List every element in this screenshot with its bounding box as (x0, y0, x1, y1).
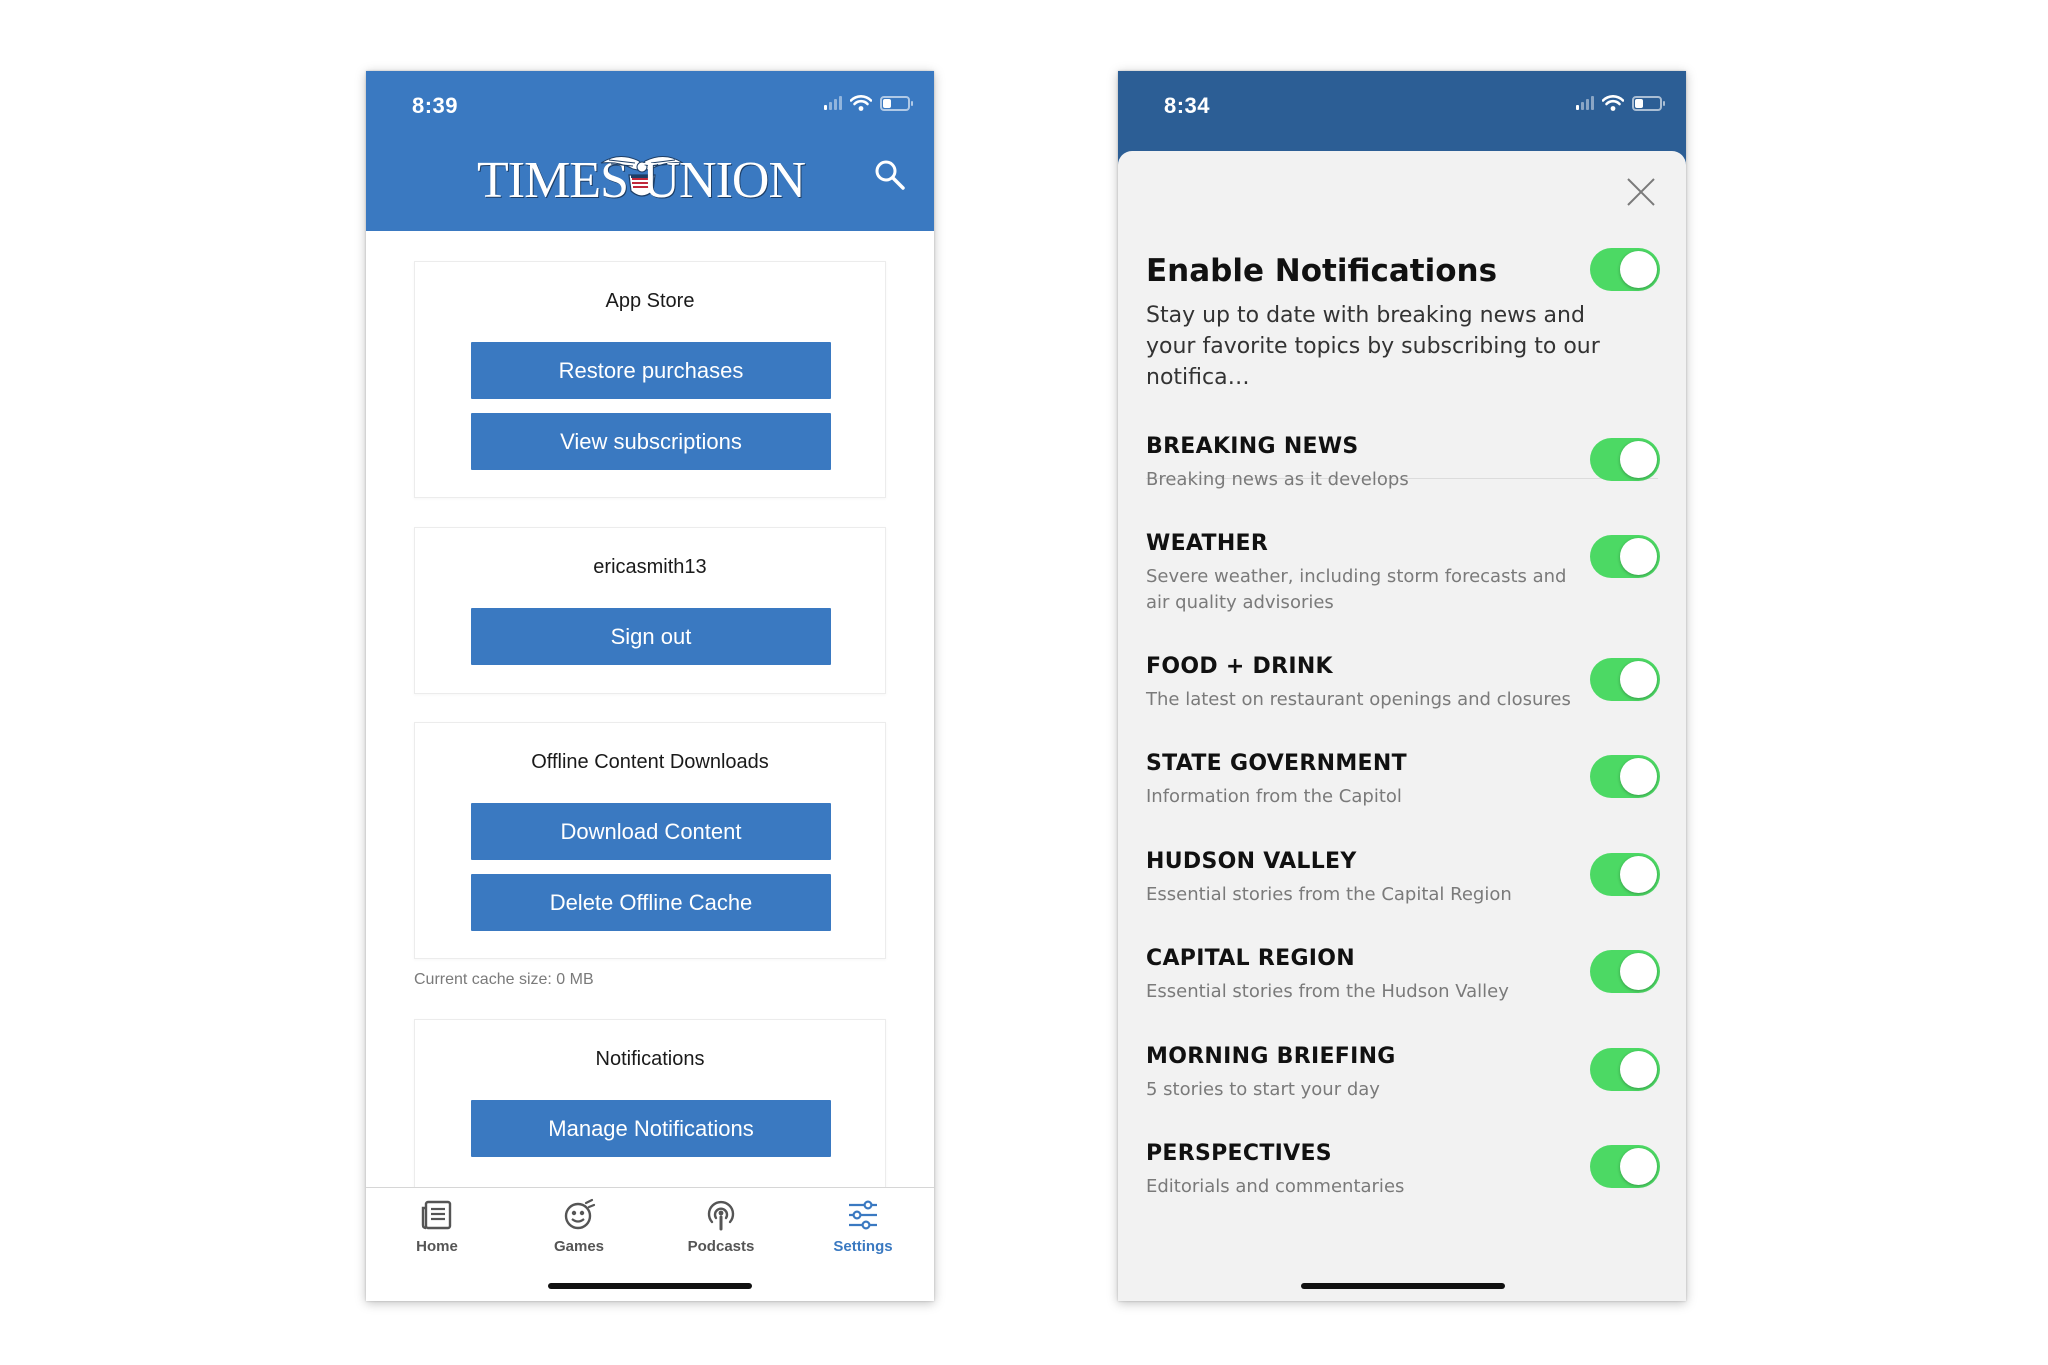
podcast-icon (707, 1200, 735, 1231)
tab-podcasts[interactable]: Podcasts (650, 1198, 792, 1255)
cache-size-note: Current cache size: 0 MB (414, 971, 594, 988)
sliders-icon (849, 1200, 877, 1230)
status-time: 8:34 (1164, 93, 1211, 118)
tab-games-label: Games (553, 1238, 605, 1255)
topic-morning-briefing-title: MORNING BRIEFING (1146, 1044, 1396, 1069)
home-indicator[interactable] (548, 1283, 752, 1289)
app-header: 8:39 TIMES UNION (366, 71, 934, 231)
tab-home-label: Home (416, 1238, 458, 1255)
download-content-button[interactable]: Download Content (471, 803, 831, 860)
tab-settings-label: Settings (833, 1238, 893, 1255)
restore-purchases-button[interactable]: Restore purchases (471, 342, 831, 399)
topic-weather-desc: Severe weather, including storm forecast… (1146, 566, 1567, 613)
topic-food-drink-title: FOOD + DRINK (1146, 654, 1333, 679)
topic-hudson-valley-desc: Essential stories from the Capital Regio… (1146, 884, 1512, 905)
topic-breaking-news-toggle[interactable] (1590, 438, 1660, 481)
topic-weather-title: WEATHER (1146, 531, 1269, 556)
account-username: ericasmith13 (593, 556, 707, 578)
settings-list[interactable]: App Store Restore purchases View subscri… (366, 231, 934, 1209)
notifications-card: Notifications Manage Notifications (414, 1019, 886, 1209)
notifications-title: Notifications (595, 1048, 705, 1070)
times-union-logo[interactable]: TIMES UNION (477, 149, 806, 209)
app-store-card: App Store Restore purchases View subscri… (414, 261, 886, 498)
sign-out-button[interactable]: Sign out (471, 608, 831, 665)
home-indicator[interactable] (1301, 1283, 1505, 1289)
search-icon[interactable] (872, 157, 908, 193)
tab-podcasts-label: Podcasts (687, 1238, 755, 1255)
logo-word-right: UNION (642, 152, 806, 209)
notifications-sheet: Enable Notifications Stay up to date wit… (1118, 151, 1686, 1301)
battery-icon (880, 95, 913, 111)
manage-notifications-button[interactable]: Manage Notifications (471, 1100, 831, 1157)
topic-state-government-title: STATE GOVERNMENT (1146, 751, 1407, 776)
topic-state-government-toggle[interactable] (1590, 755, 1660, 798)
wifi-icon (850, 95, 872, 111)
signal-icon (1576, 96, 1594, 110)
topic-hudson-valley-title: HUDSON VALLEY (1146, 849, 1357, 874)
close-icon[interactable] (1624, 175, 1658, 209)
games-icon (564, 1198, 596, 1230)
topic-breaking-news-desc: Breaking news as it develops (1146, 469, 1409, 490)
topic-capital-region-toggle[interactable] (1590, 950, 1660, 993)
topic-morning-briefing-desc: 5 stories to start your day (1146, 1079, 1380, 1100)
enable-notifications-title: Enable Notifications (1146, 253, 1498, 289)
topic-food-drink-toggle[interactable] (1590, 658, 1660, 701)
status-time: 8:39 (412, 93, 459, 118)
phone-notifications-screen: 8:34 Enable Notifications Stay up to dat… (1118, 71, 1686, 1301)
topic-hudson-valley-toggle[interactable] (1590, 853, 1660, 896)
topic-state-government-desc: Information from the Capitol (1146, 786, 1402, 807)
topic-capital-region-title: CAPITAL REGION (1146, 946, 1356, 971)
topic-perspectives-toggle[interactable] (1590, 1145, 1660, 1188)
battery-icon (1632, 95, 1665, 111)
app-store-title: App Store (605, 290, 695, 312)
view-subscriptions-button[interactable]: View subscriptions (471, 413, 831, 470)
tab-home[interactable]: Home (366, 1198, 508, 1255)
topic-weather-toggle[interactable] (1590, 535, 1660, 578)
signal-icon (824, 96, 842, 110)
newspaper-icon (421, 1200, 452, 1230)
topic-capital-region-desc: Essential stories from the Hudson Valley (1146, 981, 1509, 1002)
status-icons (824, 95, 913, 111)
topic-morning-briefing-toggle[interactable] (1590, 1048, 1660, 1091)
phone-settings-screen: 8:39 TIMES UNION App Store Restore purch… (366, 71, 934, 1301)
offline-downloads-card: Offline Content Downloads Download Conte… (414, 722, 886, 959)
status-icons (1576, 95, 1665, 111)
enable-notifications-description: Stay up to date with breaking news and y… (1146, 303, 1600, 390)
enable-notifications-toggle[interactable] (1590, 248, 1660, 291)
tab-settings[interactable]: Settings (792, 1198, 934, 1255)
topic-breaking-news-title: BREAKING NEWS (1146, 434, 1359, 459)
topic-perspectives-title: PERSPECTIVES (1146, 1141, 1332, 1166)
wifi-icon (1602, 95, 1624, 111)
delete-offline-cache-button[interactable]: Delete Offline Cache (471, 874, 831, 931)
topic-perspectives-desc: Editorials and commentaries (1146, 1176, 1405, 1197)
account-card: ericasmith13 Sign out (414, 527, 886, 694)
tab-games[interactable]: Games (508, 1198, 650, 1255)
topic-food-drink-desc: The latest on restaurant openings and cl… (1146, 689, 1571, 710)
offline-downloads-title: Offline Content Downloads (531, 751, 769, 773)
